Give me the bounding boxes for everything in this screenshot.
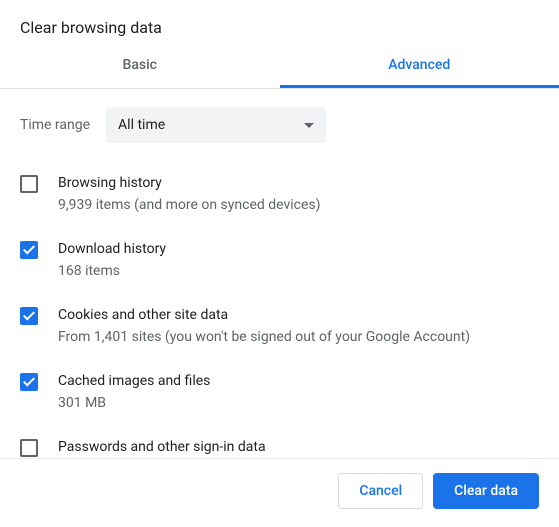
time-range-value: All time bbox=[118, 117, 165, 133]
checkbox-browsing-history[interactable] bbox=[20, 175, 38, 193]
tab-basic[interactable]: Basic bbox=[0, 47, 280, 88]
tabs: Basic Advanced bbox=[0, 47, 559, 89]
option-text: Download history 168 items bbox=[58, 239, 533, 281]
option-download-history: Download history 168 items bbox=[0, 227, 553, 293]
checkbox-download-history[interactable] bbox=[20, 241, 38, 259]
option-subtitle: 301 MB bbox=[58, 393, 533, 413]
option-title: Passwords and other sign-in data bbox=[58, 437, 533, 457]
option-subtitle: From 1,401 sites (you won't be signed ou… bbox=[58, 327, 533, 347]
dialog-title: Clear browsing data bbox=[0, 0, 559, 47]
clear-browsing-data-dialog: Clear browsing data Basic Advanced Time … bbox=[0, 0, 559, 527]
option-cookies: Cookies and other site data From 1,401 s… bbox=[0, 293, 553, 359]
dialog-footer: Cancel Clear data bbox=[0, 458, 559, 527]
option-text: Cookies and other site data From 1,401 s… bbox=[58, 305, 533, 347]
option-cached: Cached images and files 301 MB bbox=[0, 359, 553, 425]
option-text: Passwords and other sign-in data 17 pass… bbox=[58, 437, 533, 458]
option-browsing-history: Browsing history 9,939 items (and more o… bbox=[0, 161, 553, 227]
option-passwords: Passwords and other sign-in data 17 pass… bbox=[0, 425, 553, 458]
option-subtitle: 168 items bbox=[58, 261, 533, 281]
option-title: Browsing history bbox=[58, 173, 533, 193]
checkbox-cached[interactable] bbox=[20, 373, 38, 391]
chevron-down-icon bbox=[304, 123, 314, 128]
option-text: Cached images and files 301 MB bbox=[58, 371, 533, 413]
time-range-row: Time range All time bbox=[0, 89, 553, 153]
option-title: Cached images and files bbox=[58, 371, 533, 391]
tab-advanced[interactable]: Advanced bbox=[280, 47, 559, 88]
checkbox-cookies[interactable] bbox=[20, 307, 38, 325]
option-title: Download history bbox=[58, 239, 533, 259]
dialog-body[interactable]: Time range All time Browsing history 9,9… bbox=[0, 89, 559, 458]
time-range-label: Time range bbox=[20, 117, 90, 133]
option-text: Browsing history 9,939 items (and more o… bbox=[58, 173, 533, 215]
options-list: Browsing history 9,939 items (and more o… bbox=[0, 153, 553, 458]
time-range-select[interactable]: All time bbox=[106, 107, 326, 143]
option-subtitle: 9,939 items (and more on synced devices) bbox=[58, 195, 533, 215]
cancel-button[interactable]: Cancel bbox=[338, 473, 423, 509]
clear-data-button[interactable]: Clear data bbox=[433, 473, 539, 509]
option-title: Cookies and other site data bbox=[58, 305, 533, 325]
checkbox-passwords[interactable] bbox=[20, 439, 38, 457]
